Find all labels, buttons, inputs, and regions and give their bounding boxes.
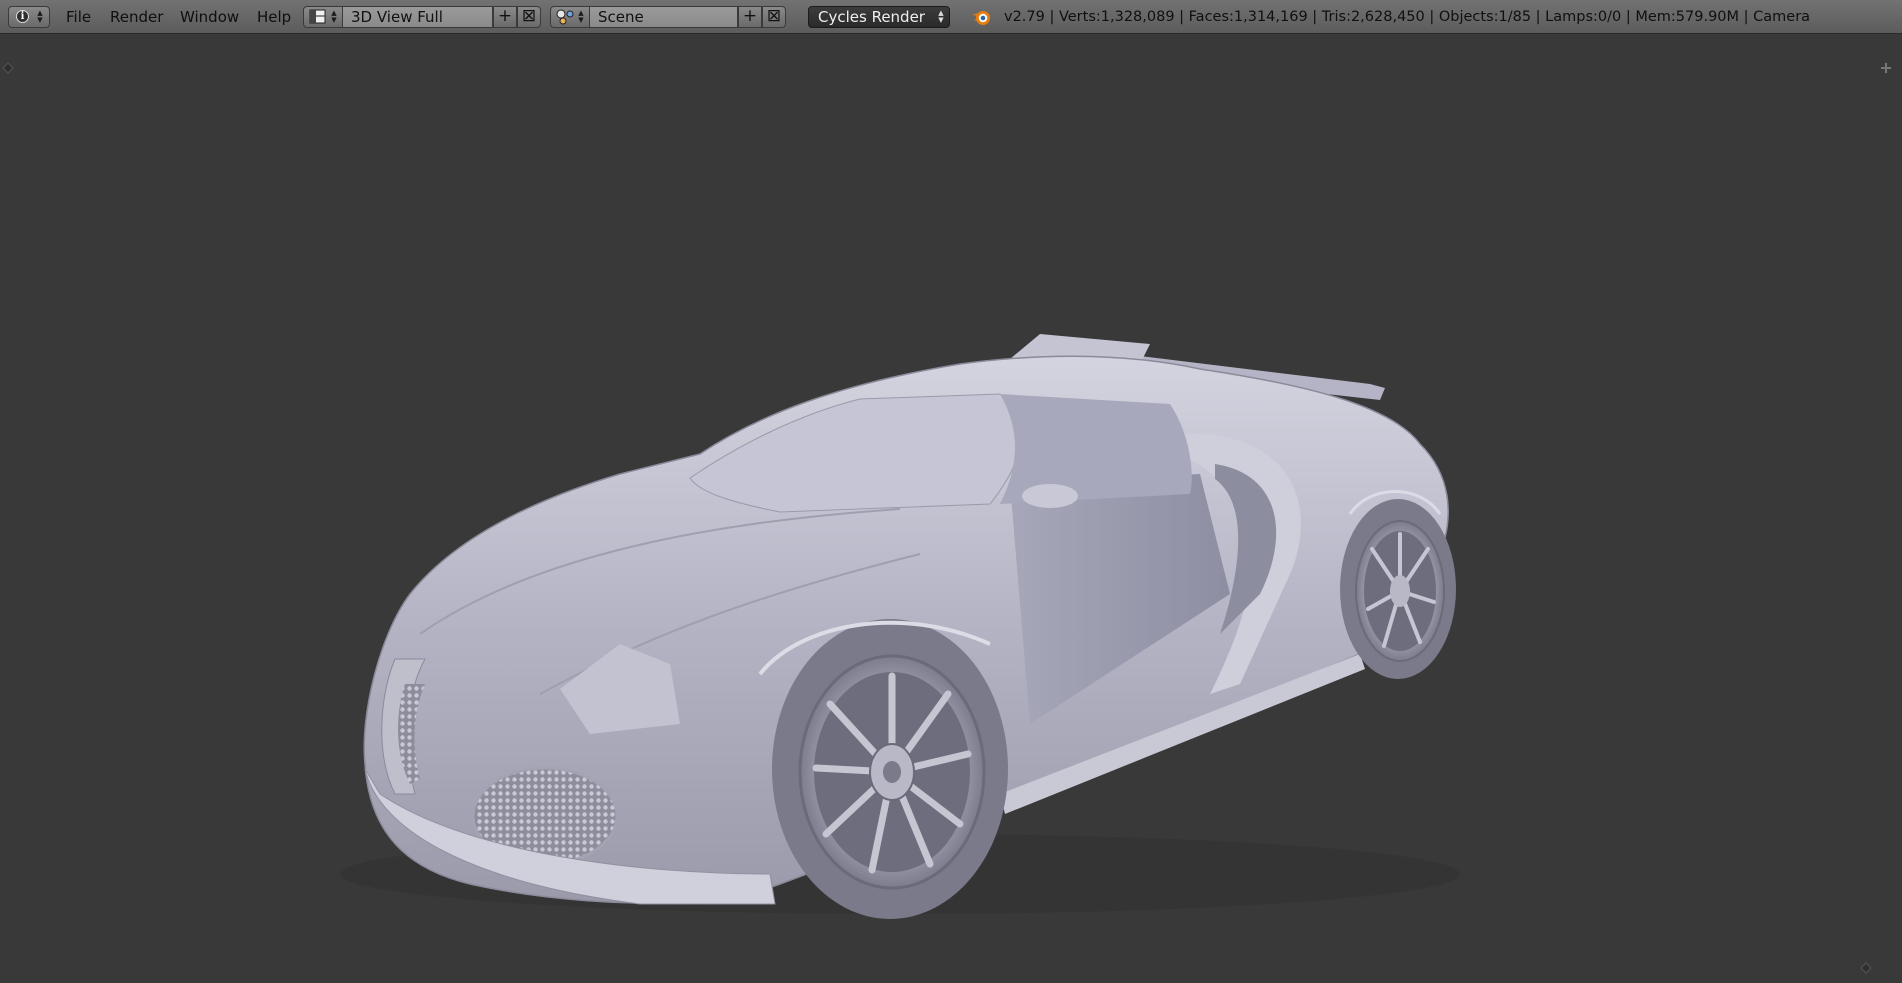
menu-help[interactable]: Help [251,6,297,28]
plus-icon: + [742,6,758,26]
scene-name-field[interactable]: Scene [590,6,738,28]
close-icon: ⊠ [766,6,782,26]
blender-logo-icon [972,11,990,25]
menu-window[interactable]: Window [174,6,245,28]
menu-file[interactable]: File [60,6,97,28]
add-layout-button[interactable]: + [493,6,517,28]
rear-wheel [1340,499,1456,679]
scene-icon [556,9,574,25]
up-down-arrows-icon: ▲ ▼ [37,9,43,24]
plus-icon: + [497,6,513,26]
screen-layout-name-field[interactable]: 3D View Full [343,6,493,28]
menu-render[interactable]: Render [104,6,169,28]
render-engine-label: Cycles Render [818,8,925,26]
render-engine-dropdown[interactable]: Cycles Render ▲ ▼ [808,6,950,28]
scene-statistics: v2.79 | Verts:1,328,089 | Faces:1,314,16… [1004,9,1811,25]
scene-browse-button[interactable]: ▲ ▼ [550,6,590,28]
delete-layout-button[interactable]: ⊠ [517,6,541,28]
front-wheel [772,619,1008,919]
info-icon: i [16,10,29,23]
add-scene-button[interactable]: + [738,6,762,28]
delete-scene-button[interactable]: ⊠ [762,6,786,28]
3d-viewport[interactable] [0,34,1902,983]
close-icon: ⊠ [521,6,537,26]
up-down-arrows-icon: ▲ ▼ [331,9,337,24]
windshield [689,393,1022,513]
car-model[interactable] [0,34,1902,983]
screen-layout-icon [309,9,326,24]
up-down-arrows-icon: ▲ ▼ [938,9,944,24]
up-down-arrows-icon: ▲ ▼ [578,9,584,24]
side-window [1000,394,1192,504]
editor-type-selector[interactable]: i ▲ ▼ [8,6,50,28]
side-mirror [1022,484,1078,508]
info-header: i ▲ ▼ File Render Window Help ▲ ▼ 3D View … [0,0,1902,34]
screen-layout-browse-button[interactable]: ▲ ▼ [303,6,343,28]
